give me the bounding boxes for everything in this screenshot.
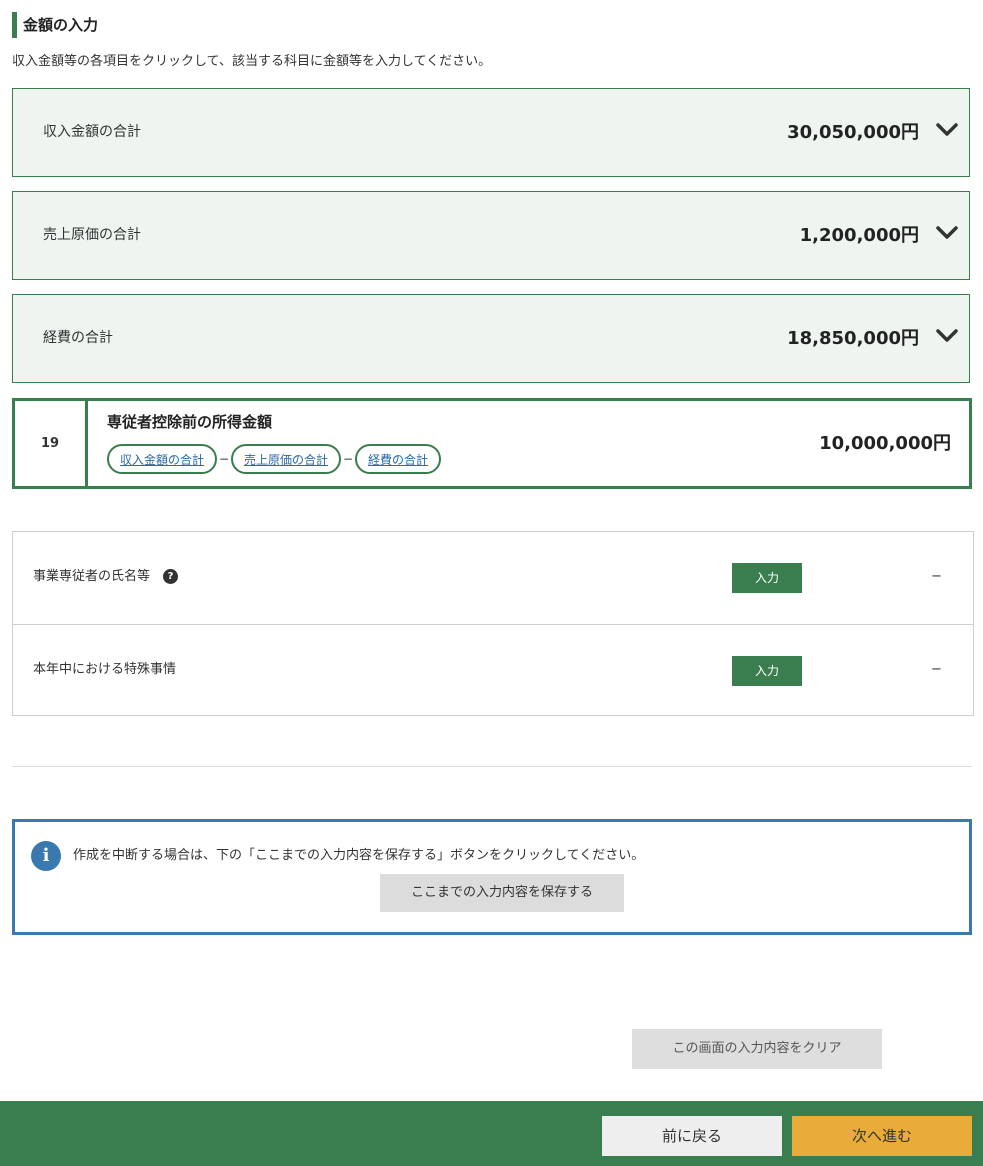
back-button[interactable]: 前に戻る — [602, 1116, 782, 1156]
table-row: 事業専従者の氏名等? 入力 − — [13, 532, 973, 624]
footer-bar: 前に戻る 次へ進む — [0, 1101, 983, 1166]
info-text: 作成を中断する場合は、下の「ここまでの入力内容を保存する」ボタンをクリックしてく… — [73, 848, 645, 863]
row-label: 本年中における特殊事情 — [33, 662, 177, 677]
chip-income-total[interactable]: 収入金額の合計 — [107, 444, 218, 474]
clear-input-button[interactable]: この画面の入力内容をクリア — [632, 1029, 882, 1069]
result-title: 専従者控除前の所得金額 — [107, 413, 273, 431]
info-box: i 作成を中断する場合は、下の「ここまでの入力内容を保存する」ボタンをクリックし… — [12, 819, 972, 935]
info-icon: i — [31, 841, 61, 871]
additional-info-table: 事業専従者の氏名等? 入力 − 本年中における特殊事情 入力 − — [12, 531, 974, 716]
accordion-amount: 1,200,000円 — [799, 225, 919, 246]
chip-cost-of-sales-total[interactable]: 売上原価の合計 — [231, 444, 342, 474]
accordion-income-total[interactable]: 収入金額の合計 30,050,000円 — [12, 88, 970, 177]
row-value: − — [931, 569, 942, 584]
accordion-expenses-total[interactable]: 経費の合計 18,850,000円 — [12, 294, 970, 383]
row-value: − — [931, 662, 942, 677]
income-before-deduction-box: 19 専従者控除前の所得金額 収入金額の合計 − 売上原価の合計 − 経費の合計… — [12, 398, 972, 489]
chevron-down-icon[interactable] — [935, 328, 959, 344]
chevron-down-icon[interactable] — [935, 122, 959, 138]
minus-operator: − — [343, 452, 354, 466]
accordion-amount: 30,050,000円 — [787, 122, 919, 143]
save-progress-button[interactable]: ここまでの入力内容を保存する — [380, 874, 624, 912]
input-button[interactable]: 入力 — [732, 656, 802, 686]
help-icon[interactable]: ? — [163, 569, 179, 584]
table-row: 本年中における特殊事情 入力 − — [13, 624, 973, 717]
minus-operator: − — [218, 452, 230, 466]
instruction-text: 収入金額等の各項目をクリックして、該当する科目に金額等を入力してください。 — [12, 54, 492, 69]
chevron-down-icon[interactable] — [935, 225, 959, 241]
formula-chips: 収入金額の合計 − 売上原価の合計 − 経費の合計 — [107, 443, 442, 475]
result-amount: 10,000,000円 — [819, 433, 951, 454]
accordion-amount: 18,850,000円 — [787, 328, 919, 349]
accordion-label: 収入金額の合計 — [43, 124, 141, 140]
line-number: 19 — [15, 401, 88, 486]
accordion-label: 経費の合計 — [43, 330, 113, 346]
chip-expenses-total[interactable]: 経費の合計 — [355, 444, 442, 474]
row-label: 事業専従者の氏名等? — [33, 532, 179, 622]
input-button[interactable]: 入力 — [732, 563, 802, 593]
section-title: 金額の入力 — [12, 12, 98, 38]
accordion-cost-of-sales-total[interactable]: 売上原価の合計 1,200,000円 — [12, 191, 970, 280]
divider — [12, 766, 972, 767]
row-label-text: 事業専従者の氏名等 — [33, 569, 151, 584]
next-button[interactable]: 次へ進む — [792, 1116, 972, 1156]
accordion-label: 売上原価の合計 — [43, 227, 141, 243]
